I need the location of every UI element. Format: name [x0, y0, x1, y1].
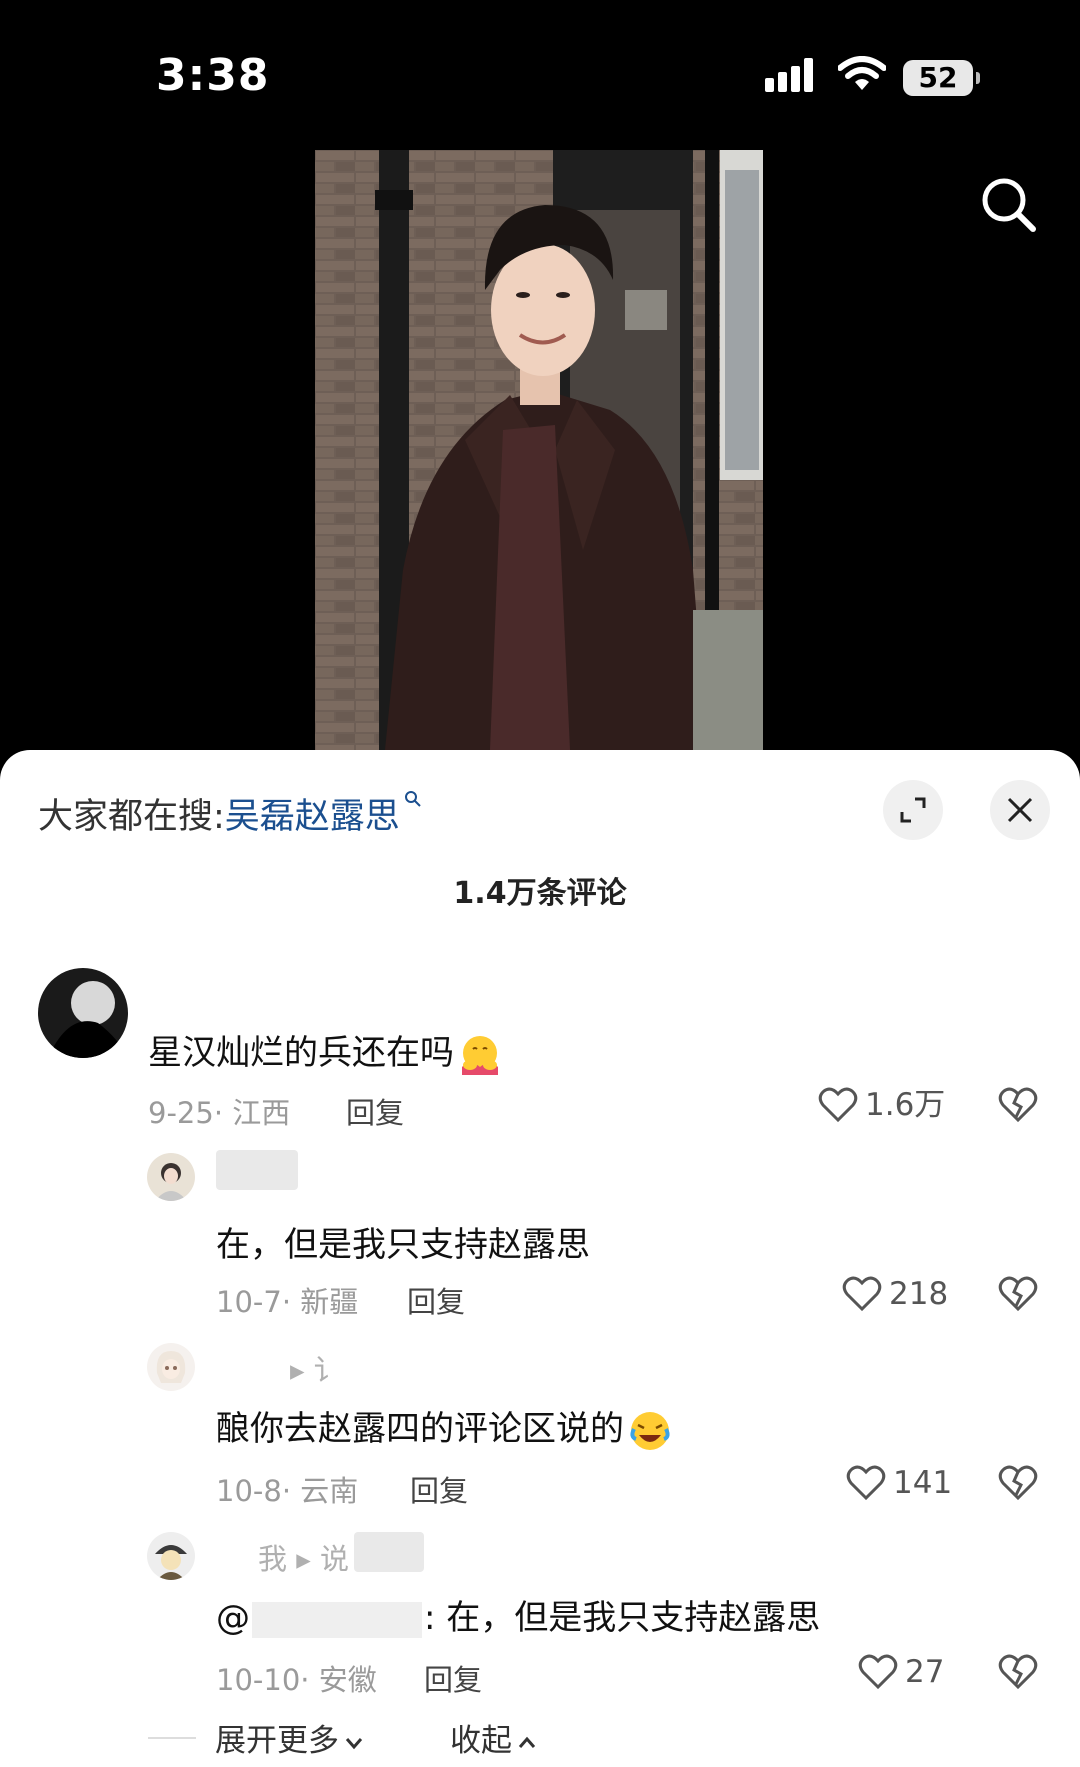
- collapse-label: 收起: [450, 1723, 512, 1759]
- reply-text-body: 酿你去赵露四的评论区说的: [216, 1409, 624, 1449]
- meta-separator: ·: [300, 1663, 319, 1697]
- cellular-signal-icon: [765, 58, 813, 92]
- avatar[interactable]: [38, 968, 128, 1058]
- laughing-crying-emoji-icon: [630, 1411, 670, 1450]
- comment-meta: 9-25· 江西: [148, 1090, 290, 1132]
- battery-level: 52: [918, 61, 958, 94]
- reply-region: 安徽: [318, 1663, 377, 1697]
- username-partial[interactable]: ▸ 讠: [290, 1347, 343, 1389]
- hug-emoji-icon: [462, 1035, 498, 1075]
- mention-redacted[interactable]: [252, 1601, 422, 1638]
- expand-more-label: 展开更多: [215, 1723, 339, 1759]
- divider-line: [148, 1737, 196, 1739]
- reply-meta: 10-8· 云南: [216, 1468, 358, 1510]
- avatar[interactable]: [147, 1343, 195, 1391]
- comment-text: 星汉灿烂的兵还在吗: [148, 1025, 502, 1077]
- trending-search-hint[interactable]: 大家都在搜:吴磊赵露思: [38, 788, 422, 839]
- trending-search-label: 大家都在搜:: [38, 797, 225, 837]
- reply-date: 10-10: [216, 1663, 301, 1697]
- comment-count: 1.4万条评论: [453, 876, 627, 911]
- wifi-icon: [838, 56, 886, 90]
- reply-text: 酿你去赵露四的评论区说的: [216, 1401, 672, 1453]
- meta-separator: ·: [281, 1474, 301, 1508]
- status-time: 3:38: [156, 50, 270, 101]
- reply-button[interactable]: 回复: [410, 1468, 468, 1510]
- collapse-button[interactable]: 收起: [450, 1715, 538, 1760]
- reply-text-body: : 在，但是我只支持赵露思: [424, 1598, 821, 1638]
- expand-icon: [900, 797, 926, 823]
- reply-text: @ : 在，但是我只支持赵露思: [216, 1590, 820, 1639]
- comment-region: 江西: [232, 1096, 291, 1130]
- reply-meta: 10-7· 新疆: [216, 1279, 358, 1321]
- expand-more-button[interactable]: 展开更多: [215, 1715, 365, 1760]
- reply-date: 10-7: [216, 1285, 282, 1319]
- comment-date: 9-25: [148, 1096, 214, 1130]
- dislike-icon[interactable]: [998, 1463, 1038, 1503]
- chevron-down-icon: [345, 1737, 363, 1749]
- video-frame[interactable]: [315, 150, 763, 750]
- like-count: 218: [889, 1276, 949, 1312]
- comments-panel: 大家都在搜:吴磊赵露思 1.4万条评论 星汉灿烂的兵还在吗 9-25· 江西 回…: [0, 750, 1080, 1767]
- close-button[interactable]: [990, 780, 1050, 840]
- dislike-icon[interactable]: [998, 1274, 1038, 1314]
- keyword-search-icon: [404, 791, 421, 807]
- trending-search-keyword[interactable]: 吴磊赵露思: [225, 797, 400, 837]
- heart-icon: [842, 1276, 882, 1312]
- reply-button[interactable]: 回复: [407, 1279, 465, 1321]
- chevron-up-icon: [518, 1736, 536, 1748]
- meta-separator: ·: [213, 1096, 233, 1130]
- avatar[interactable]: [147, 1532, 195, 1580]
- reply-region: 新疆: [300, 1285, 359, 1319]
- close-icon: [1007, 797, 1033, 823]
- reply-button[interactable]: 回复: [424, 1657, 482, 1699]
- battery-indicator: 52: [903, 60, 980, 96]
- like-count: 27: [905, 1654, 945, 1690]
- reply-button[interactable]: 回复: [346, 1090, 404, 1132]
- reply-region: 云南: [300, 1474, 359, 1508]
- heart-icon: [846, 1465, 886, 1501]
- avatar[interactable]: [147, 1153, 195, 1201]
- reply-date: 10-8: [216, 1474, 282, 1508]
- username-redacted[interactable]: [354, 1532, 424, 1572]
- portrait-photo: [315, 150, 763, 750]
- dislike-icon[interactable]: [998, 1652, 1038, 1692]
- reply-meta: 10-10· 安徽: [216, 1657, 377, 1699]
- like-count: 1.6万: [865, 1087, 946, 1123]
- expand-button[interactable]: [883, 780, 943, 840]
- status-bar: 3:38 52: [0, 0, 1080, 150]
- dislike-icon[interactable]: [998, 1085, 1038, 1125]
- reply-text: 在，但是我只支持赵露思: [216, 1225, 590, 1265]
- heart-icon: [818, 1087, 858, 1123]
- meta-separator: ·: [281, 1285, 301, 1319]
- comment-text-body: 星汉灿烂的兵还在吗: [148, 1033, 454, 1073]
- username-redacted[interactable]: [216, 1150, 298, 1190]
- like-count: 141: [893, 1465, 953, 1501]
- username-partial[interactable]: 我 ▸ 说: [258, 1536, 349, 1578]
- mention-prefix[interactable]: @: [216, 1598, 250, 1638]
- search-icon[interactable]: [980, 176, 1038, 234]
- heart-icon: [858, 1654, 898, 1690]
